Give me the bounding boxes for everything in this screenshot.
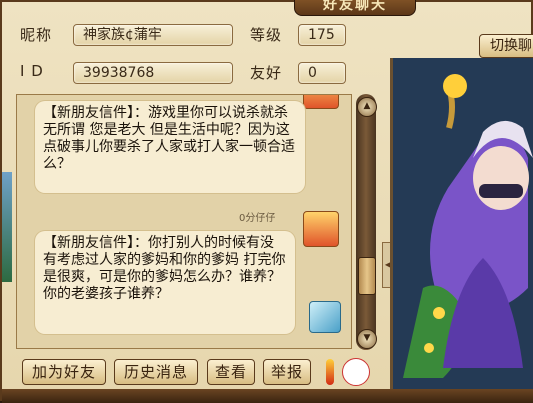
sender-avatar <box>303 211 339 247</box>
character-portrait <box>390 58 533 389</box>
level-label: 等级 <box>250 26 283 44</box>
chat-window: 好友聊天 昵称 神家族¢蒲牢 等级 175 I D 39938768 友好 0 … <box>0 0 533 403</box>
left-edge-decoration <box>2 172 12 282</box>
sender-avatar <box>303 95 339 109</box>
level-field: 175 <box>298 24 346 46</box>
torch-icon[interactable] <box>326 359 334 385</box>
report-button[interactable]: 举报 <box>263 359 311 385</box>
message-bubble: 【新朋友信件】：游戏里你可以说杀就杀无所谓 您是老大 但是生活中呢？因为这点破事… <box>35 101 305 193</box>
window-title: 好友聊天 <box>294 0 416 16</box>
emoji-icon[interactable] <box>342 358 370 386</box>
switch-button[interactable]: 切换聊 <box>479 34 533 58</box>
message-bubble: 【新朋友信件】：你打别人的时候有没有考虑过人家的爹妈和你的爹妈 打完你是很爽，可… <box>35 231 295 334</box>
friendship-field: 0 <box>298 62 346 84</box>
nickname-label: 昵称 <box>20 26 53 44</box>
message-timestamp: 0分仔仔 <box>239 213 276 224</box>
crystal-icon <box>309 301 341 333</box>
id-label: I D <box>20 62 44 80</box>
nickname-field: 神家族¢蒲牢 <box>73 24 233 46</box>
add-friend-button[interactable]: 加为好友 <box>22 359 106 385</box>
id-field: 39938768 <box>73 62 233 84</box>
scroll-up-button[interactable]: ▲ <box>357 97 377 117</box>
friendship-label: 友好 <box>250 64 283 82</box>
scroll-thumb[interactable] <box>358 257 376 295</box>
history-button[interactable]: 历史消息 <box>114 359 198 385</box>
scroll-down-button[interactable]: ▼ <box>357 329 377 349</box>
message-list[interactable]: 【新朋友信件】：游戏里你可以说杀就杀无所谓 您是老大 但是生活中呢？因为这点破事… <box>16 94 352 349</box>
view-button[interactable]: 查看 <box>207 359 255 385</box>
chat-scrollbar[interactable]: ▲ ▼ <box>356 94 377 350</box>
character-illustration <box>393 58 533 389</box>
